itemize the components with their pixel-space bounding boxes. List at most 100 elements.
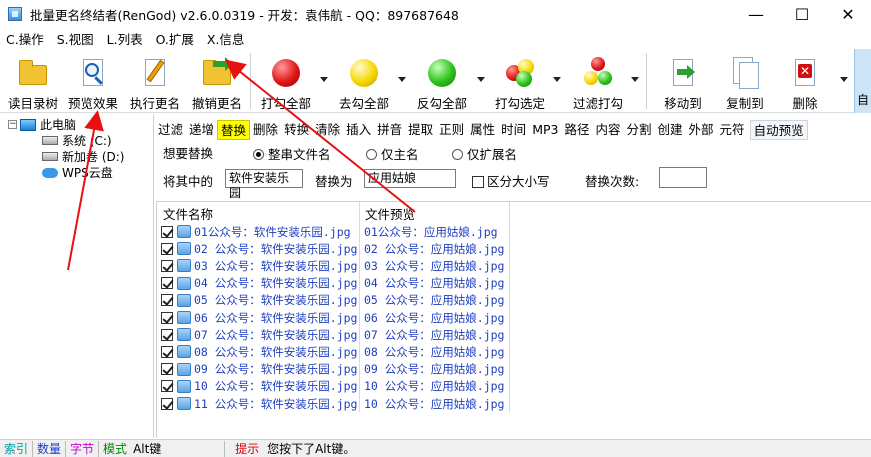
table-row[interactable]: 11 公众号：软件安装乐园.jpg 10 公众号：应用姑娘.jpg — [161, 395, 504, 412]
image-file-icon — [177, 345, 191, 359]
table-row[interactable]: 02 公众号：软件安装乐园.jpg 02 公众号：应用姑娘.jpg — [161, 240, 504, 257]
table-row[interactable]: 10 公众号：软件安装乐园.jpg 10 公众号：应用姑娘.jpg — [161, 378, 504, 395]
drive-icon — [42, 152, 58, 161]
table-row[interactable]: 05 公众号：软件安装乐园.jpg 05 公众号：应用姑娘.jpg — [161, 292, 504, 309]
tab-pinyin[interactable]: 拼音 — [374, 120, 405, 140]
tab-extract[interactable]: 提取 — [405, 120, 436, 140]
filter-balls-icon — [582, 57, 614, 89]
check-selected-button[interactable]: 打勾选定 — [492, 49, 548, 113]
table-row[interactable]: 04 公众号：软件安装乐园.jpg 04 公众号：应用姑娘.jpg — [161, 275, 504, 292]
read-dir-button[interactable]: 读目录树 — [6, 49, 60, 113]
tab-filter[interactable]: 过滤 — [155, 120, 186, 140]
row-checkbox[interactable] — [161, 294, 173, 307]
tree-root[interactable]: − 此电脑 — [8, 116, 76, 133]
move-to-button[interactable]: 移动到 — [656, 49, 710, 113]
copy-icon — [729, 57, 761, 89]
row-checkbox[interactable] — [161, 311, 173, 324]
table-row[interactable]: 09 公众号：软件安装乐园.jpg 09 公众号：应用姑娘.jpg — [161, 361, 504, 378]
table-row[interactable]: 08 公众号：软件安装乐园.jpg 08 公众号：应用姑娘.jpg — [161, 343, 504, 360]
replace-count-input[interactable] — [659, 167, 707, 188]
menu-list[interactable]: L.列表 — [101, 29, 150, 48]
image-file-icon — [177, 293, 191, 307]
auto-panel-button[interactable]: 自 — [854, 49, 871, 113]
table-row[interactable]: 01公众号：软件安装乐园.jpg 01公众号：应用姑娘.jpg — [161, 223, 498, 240]
column-header-preview[interactable]: 文件预览 — [365, 204, 415, 223]
tab-clear[interactable]: 清除 — [312, 120, 343, 140]
tab-attribute[interactable]: 属性 — [467, 120, 498, 140]
radio-checked-icon — [253, 149, 264, 160]
column-header-name[interactable]: 文件名称 — [163, 204, 213, 223]
file-name-cell: 03 公众号：软件安装乐园.jpg — [194, 258, 358, 273]
tab-external[interactable]: 外部 — [686, 120, 717, 140]
invert-all-button[interactable]: 反勾全部 — [414, 49, 470, 113]
row-checkbox[interactable] — [161, 345, 173, 358]
tab-meta[interactable]: 元符 — [717, 120, 748, 140]
find-input[interactable]: 软件安装乐园 — [225, 169, 303, 200]
tab-regex[interactable]: 正则 — [436, 120, 467, 140]
file-name-cell: 08 公众号：软件安装乐园.jpg — [194, 344, 358, 359]
undo-rename-button[interactable]: 撤销更名 — [190, 49, 244, 113]
check-all-dropdown[interactable] — [320, 77, 328, 82]
file-preview-cell: 06 公众号：应用姑娘.jpg — [364, 310, 505, 325]
preview-button[interactable]: 预览效果 — [66, 49, 120, 113]
replace-input[interactable]: 应用姑娘 — [364, 169, 456, 188]
menu-extend[interactable]: O.扩展 — [150, 29, 201, 48]
collapse-icon[interactable]: − — [8, 120, 17, 129]
menu-view[interactable]: S.视图 — [51, 29, 101, 48]
tab-time[interactable]: 时间 — [498, 120, 529, 140]
tab-replace[interactable]: 替换 — [217, 120, 251, 140]
image-file-icon — [177, 397, 191, 410]
filter-check-button[interactable]: 过滤打勾 — [568, 49, 628, 113]
tree-item-d-drive[interactable]: 新加卷 (D:) — [42, 148, 124, 165]
file-name-cell: 10 公众号：软件安装乐园.jpg — [194, 379, 358, 394]
filter-check-dropdown[interactable] — [631, 77, 639, 82]
auto-preview-button[interactable]: 自动预览 — [749, 120, 808, 140]
execute-rename-button[interactable]: 执行更名 — [128, 49, 182, 113]
multi-ball-icon — [504, 57, 536, 89]
row-checkbox[interactable] — [161, 397, 173, 410]
tab-increment[interactable]: 递增 — [186, 120, 217, 140]
minimize-button[interactable]: — — [733, 0, 779, 28]
file-name-cell: 05 公众号：软件安装乐园.jpg — [194, 293, 358, 308]
row-checkbox[interactable] — [161, 380, 173, 393]
row-checkbox[interactable] — [161, 225, 173, 238]
case-sensitive-checkbox[interactable]: 区分大小写 — [472, 171, 550, 190]
check-selected-dropdown[interactable] — [553, 77, 561, 82]
row-checkbox[interactable] — [161, 328, 173, 341]
status-hint-label: 提示 — [235, 441, 260, 456]
toolbar-separator — [646, 53, 647, 109]
tree-item-wps-cloud[interactable]: WPS云盘 — [42, 164, 113, 181]
replace-options: 想要替换 整串文件名 仅主名 仅扩展名 将其中的 软件安装乐园 替换为 应用姑娘… — [155, 141, 715, 200]
table-row[interactable]: 03 公众号：软件安装乐园.jpg 03 公众号：应用姑娘.jpg — [161, 257, 504, 274]
maximize-button[interactable]: ☐ — [779, 0, 825, 28]
tab-path[interactable]: 路径 — [561, 120, 592, 140]
row-checkbox[interactable] — [161, 363, 173, 376]
uncheck-all-button[interactable]: 去勾全部 — [336, 49, 392, 113]
table-row[interactable]: 07 公众号：软件安装乐园.jpg 07 公众号：应用姑娘.jpg — [161, 326, 504, 343]
invert-all-dropdown[interactable] — [477, 77, 485, 82]
menu-operate[interactable]: C.操作 — [0, 29, 51, 48]
check-all-button[interactable]: 打勾全部 — [258, 49, 314, 113]
row-checkbox[interactable] — [161, 242, 173, 255]
tab-mp3[interactable]: MP3 — [529, 120, 561, 140]
tab-split[interactable]: 分割 — [624, 120, 655, 140]
tab-content[interactable]: 内容 — [592, 120, 623, 140]
radio-main-name[interactable]: 仅主名 — [366, 144, 419, 163]
tree-item-c-drive[interactable]: 系统 (C:) — [42, 132, 112, 149]
delete-dropdown[interactable] — [840, 77, 848, 82]
copy-to-button[interactable]: 复制到 — [718, 49, 772, 113]
tab-delete[interactable]: 删除 — [250, 120, 281, 140]
tab-convert[interactable]: 转换 — [281, 120, 312, 140]
delete-button[interactable]: ✕ 删除 — [780, 49, 830, 113]
radio-extension[interactable]: 仅扩展名 — [452, 144, 517, 163]
tab-insert[interactable]: 插入 — [343, 120, 374, 140]
radio-unchecked-icon — [452, 149, 463, 160]
close-button[interactable]: ✕ — [825, 0, 871, 28]
table-row[interactable]: 06 公众号：软件安装乐园.jpg 06 公众号：应用姑娘.jpg — [161, 309, 504, 326]
uncheck-all-dropdown[interactable] — [398, 77, 406, 82]
row-checkbox[interactable] — [161, 259, 173, 272]
row-checkbox[interactable] — [161, 277, 173, 290]
tab-create[interactable]: 创建 — [655, 120, 686, 140]
menu-info[interactable]: X.信息 — [201, 29, 252, 48]
radio-whole-name[interactable]: 整串文件名 — [253, 144, 331, 163]
